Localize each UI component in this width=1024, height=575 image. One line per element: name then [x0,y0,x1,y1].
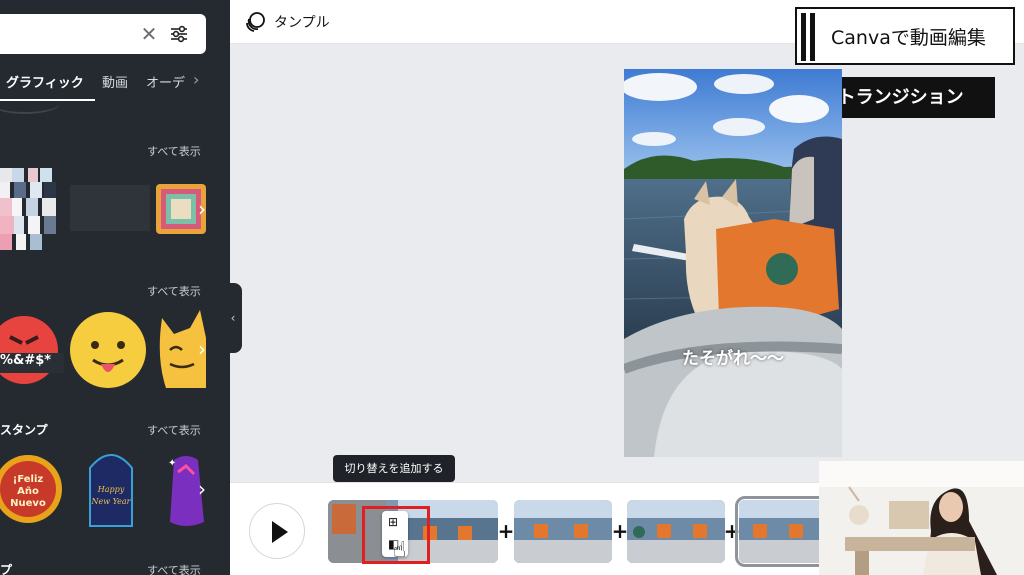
see-all-link[interactable]: すべて表示 [147,143,201,159]
animate-icon[interactable] [244,11,266,33]
svg-text:¡Feliz: ¡Feliz [13,474,44,485]
play-button[interactable] [249,503,305,559]
tab-audio[interactable]: オーデ [146,72,185,91]
search-bar[interactable]: ✕ [0,14,206,54]
design-canvas-page[interactable]: たそがれ〜〜 [624,69,842,457]
chevron-right-icon[interactable]: › [193,70,199,89]
tongue-emoji-thumbnail[interactable] [68,310,148,390]
stripe-decoration [801,13,823,61]
dark-graphic-thumbnail[interactable] [70,185,150,231]
chevron-right-icon[interactable]: › [190,337,214,361]
add-transition-tooltip: 切り替えを追加する [333,455,455,487]
section-title-stamps: スタンプ [0,423,48,437]
clear-icon[interactable]: ✕ [138,23,160,45]
see-all-link[interactable]: すべて表示 [147,422,201,438]
clip-thumbnail [514,500,612,563]
dog-on-boat-photo [624,69,842,457]
emoji-symbol-text: %&#$* [0,353,52,368]
tab-graphics[interactable]: グラフィック [6,72,84,91]
pixel-graphic-thumbnail[interactable] [0,168,62,250]
title-overlay: Canvaで動画編集 [795,7,1015,65]
clip-thumbnail [627,500,725,563]
presenter-webcam [819,461,1024,575]
add-page-icon[interactable]: ⊞ [388,515,398,529]
svg-text:Nuevo: Nuevo [10,498,46,509]
decoration [0,92,60,114]
happy-new-year-sticker[interactable]: Happy New Year [86,448,136,528]
caption-text[interactable]: たそがれ〜〜 [682,344,784,369]
side-panel: ✕ グラフィック 動画 オーデ › すべて表示 › すべて表示 %&#$* › … [0,0,230,575]
title-overlay-text: Canvaで動画編集 [831,27,986,49]
svg-text:New Year: New Year [90,497,131,506]
timeline-clip[interactable] [627,500,725,563]
see-all-link[interactable]: すべて表示 [147,283,201,299]
svg-text:Año: Año [17,486,39,497]
hand-pointer-icon: ☝ [393,538,407,563]
animate-button-label[interactable]: タンプル [274,12,330,32]
svg-text:✦: ✦ [168,458,176,469]
timeline-clip[interactable] [514,500,612,563]
presenter-video [819,461,1024,575]
add-transition-plus-icon[interactable]: + [496,521,516,541]
filter-settings-icon[interactable] [168,23,190,45]
chevron-right-icon[interactable]: › [190,477,214,501]
search-input[interactable] [2,22,122,46]
collapse-panel-button[interactable]: ‹ [224,283,242,353]
clip-thumbnail [739,500,825,563]
angry-emoji-thumbnail[interactable] [0,313,64,387]
feliz-ano-nuevo-sticker[interactable]: ¡Feliz Año Nuevo [0,452,62,526]
section-title: プ [0,563,13,575]
chevron-right-icon[interactable]: › [190,197,214,221]
see-all-link[interactable]: すべて表示 [147,562,201,575]
timeline-clip-selected[interactable] [735,496,829,567]
svg-text:Happy: Happy [97,485,125,494]
tab-video[interactable]: 動画 [102,72,128,91]
